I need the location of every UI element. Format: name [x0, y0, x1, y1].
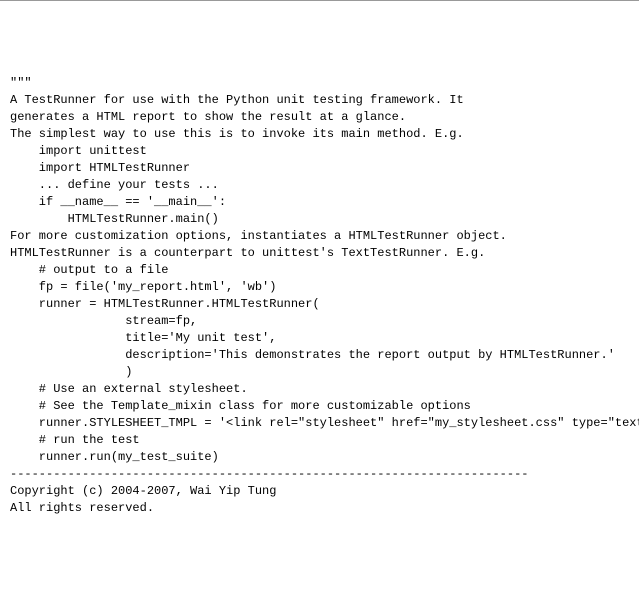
code-line-1: A TestRunner for use with the Python uni…	[10, 92, 629, 109]
code-line-2: generates a HTML report to show the resu…	[10, 109, 629, 126]
code-line-28: runner.STYLESHEET_TMPL = '<link rel="sty…	[10, 415, 629, 432]
code-line-26: # Use an external stylesheet.	[10, 381, 629, 398]
code-line-4: The simplest way to use this is to invok…	[10, 126, 629, 143]
code-line-24: )	[10, 364, 629, 381]
code-line-7: import HTMLTestRunner	[10, 160, 629, 177]
code-line-35: Copyright (c) 2004-2007, Wai Yip Tung	[10, 483, 629, 500]
code-line-6: import unittest	[10, 143, 629, 160]
code-line-30: # run the test	[10, 432, 629, 449]
code-line-31: runner.run(my_test_suite)	[10, 449, 629, 466]
docstring-block: """A TestRunner for use with the Python …	[10, 75, 629, 517]
code-line-36: All rights reserved.	[10, 500, 629, 517]
code-line-18: # output to a file	[10, 262, 629, 279]
code-line-20: runner = HTMLTestRunner.HTMLTestRunner(	[10, 296, 629, 313]
code-line-27: # See the Template_mixin class for more …	[10, 398, 629, 415]
code-line-11: if __name__ == '__main__':	[10, 194, 629, 211]
code-line-9: ... define your tests ...	[10, 177, 629, 194]
code-line-19: fp = file('my_report.html', 'wb')	[10, 279, 629, 296]
code-line-22: title='My unit test',	[10, 330, 629, 347]
code-line-23: description='This demonstrates the repor…	[10, 347, 629, 364]
code-line-16: HTMLTestRunner is a counterpart to unitt…	[10, 245, 629, 262]
code-line-21: stream=fp,	[10, 313, 629, 330]
code-line-12: HTMLTestRunner.main()	[10, 211, 629, 228]
code-line-15: For more customization options, instanti…	[10, 228, 629, 245]
code-line-34: ----------------------------------------…	[10, 466, 629, 483]
code-line-0: """	[10, 75, 629, 92]
